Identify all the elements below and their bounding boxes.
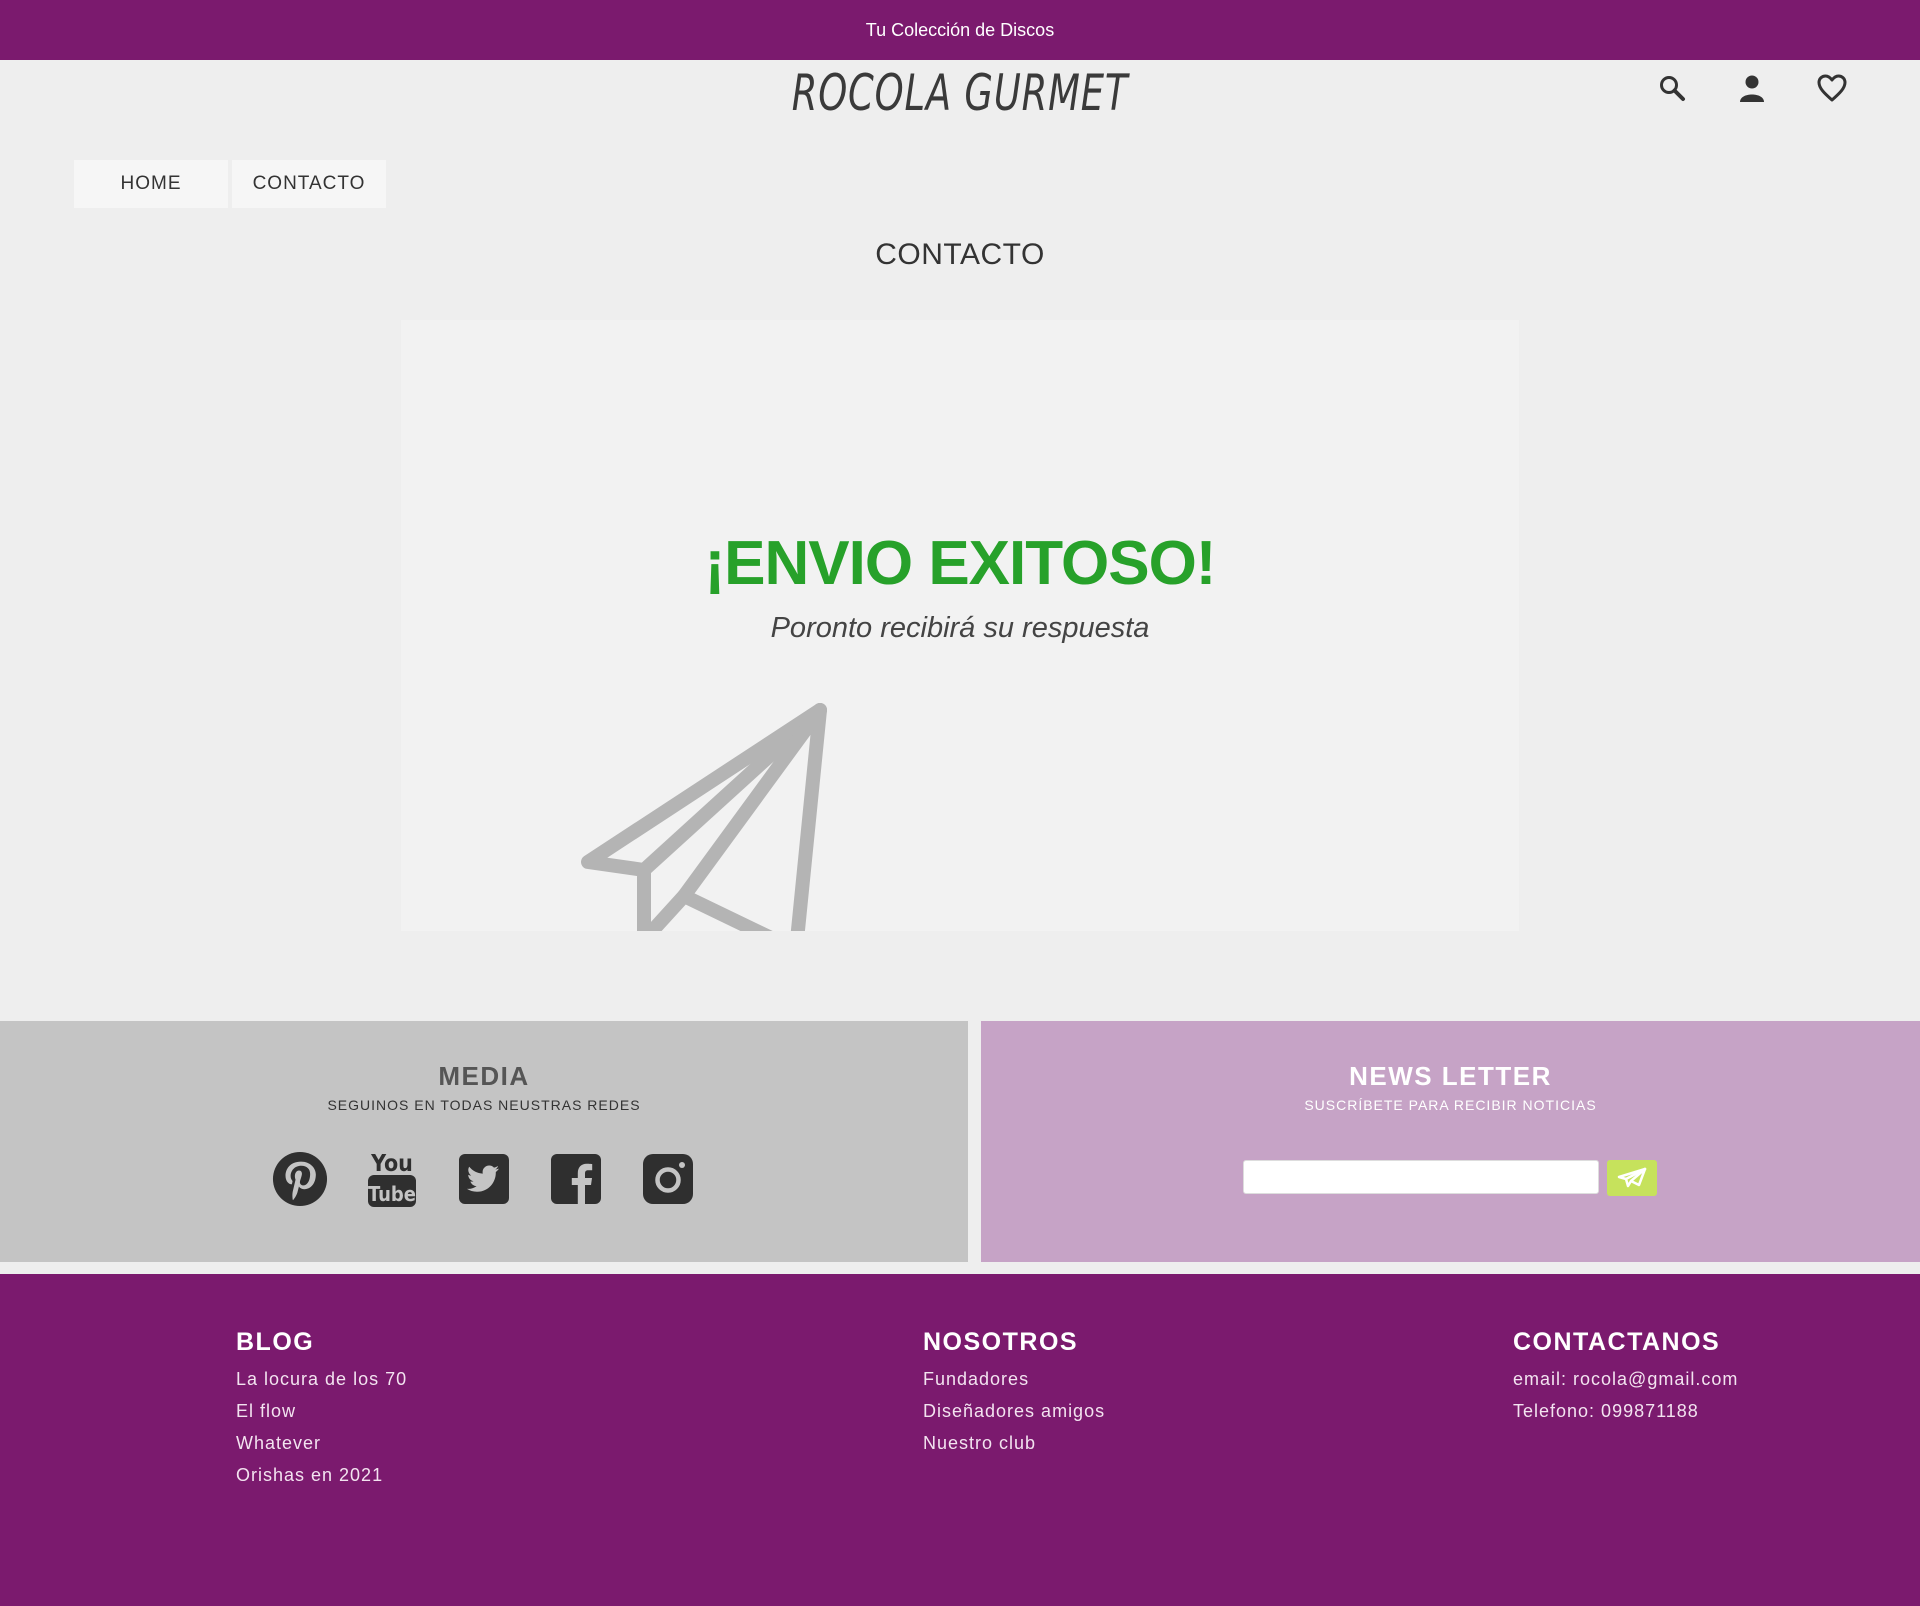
youtube-text-bottom: Tube <box>368 1182 416 1206</box>
paper-plane-icon <box>581 703 827 931</box>
footer-blog-link[interactable]: Orishas en 2021 <box>236 1459 407 1491</box>
footer-contact-email[interactable]: email: rocola@gmail.com <box>1513 1363 1738 1395</box>
footer-nosotros-column: NOSOTROS Fundadores Diseñadores amigos N… <box>923 1328 1105 1459</box>
footer-blog-column: BLOG La locura de los 70 El flow Whateve… <box>236 1328 407 1491</box>
facebook-icon[interactable] <box>548 1149 604 1209</box>
user-icon[interactable] <box>1734 70 1770 106</box>
footer-blog-title: BLOG <box>236 1328 315 1356</box>
footer-nosotros-link[interactable]: Nuestro club <box>923 1427 1105 1459</box>
footer-contact-title: CONTACTANOS <box>1513 1328 1721 1356</box>
site-logo[interactable]: ROCOLA GURMET <box>173 64 1747 122</box>
newsletter-form <box>1243 1160 1657 1196</box>
top-announcement-bar: Tu Colección de Discos <box>0 0 1920 60</box>
social-links: You Tube <box>0 1149 968 1209</box>
twitter-icon[interactable] <box>456 1149 512 1209</box>
announcement-text: Tu Colección de Discos <box>865 19 1055 40</box>
media-title: MEDIA <box>438 1061 530 1091</box>
footer-nosotros-link[interactable]: Fundadores <box>923 1363 1105 1395</box>
search-icon[interactable] <box>1654 70 1690 106</box>
success-title: ¡ENVIO EXITOSO! <box>704 529 1217 598</box>
media-subtitle: SEGUINOS EN TODAS NEUSTRAS REDES <box>327 1097 641 1113</box>
send-icon <box>1617 1167 1647 1188</box>
youtube-icon[interactable]: You Tube <box>364 1149 420 1209</box>
success-subtitle: Poronto recibirá su respuesta <box>770 612 1150 644</box>
breadcrumb: HOME CONTACTO <box>74 160 386 208</box>
site-header: ROCOLA GURMET <box>0 60 1920 160</box>
youtube-text-top: You <box>370 1151 413 1177</box>
pinterest-icon[interactable] <box>272 1149 328 1209</box>
page-title: CONTACTO <box>875 238 1045 271</box>
media-section: MEDIA SEGUINOS EN TODAS NEUSTRAS REDES Y… <box>0 1021 968 1262</box>
newsletter-section: NEWS LETTER SUSCRÍBETE PARA RECIBIR NOTI… <box>981 1021 1920 1262</box>
instagram-icon[interactable] <box>640 1149 696 1209</box>
newsletter-submit-button[interactable] <box>1607 1160 1657 1196</box>
footer-contact-phone[interactable]: Telefono: 099871188 <box>1513 1395 1738 1427</box>
success-panel: ¡ENVIO EXITOSO! Poronto recibirá su resp… <box>401 320 1519 931</box>
breadcrumb-home[interactable]: HOME <box>74 160 228 208</box>
newsletter-email-input[interactable] <box>1243 1160 1599 1194</box>
footer-nosotros-title: NOSOTROS <box>923 1328 1079 1356</box>
site-footer: BLOG La locura de los 70 El flow Whateve… <box>0 1274 1920 1606</box>
newsletter-subtitle: SUSCRÍBETE PARA RECIBIR NOTICIAS <box>1304 1097 1597 1113</box>
breadcrumb-contacto[interactable]: CONTACTO <box>232 160 386 208</box>
heart-icon[interactable] <box>1814 70 1850 106</box>
newsletter-title: NEWS LETTER <box>1349 1061 1552 1091</box>
footer-blog-link[interactable]: La locura de los 70 <box>236 1363 407 1395</box>
footer-contact-column: CONTACTANOS email: rocola@gmail.com Tele… <box>1513 1328 1738 1427</box>
footer-blog-link[interactable]: Whatever <box>236 1427 407 1459</box>
header-actions <box>1654 70 1850 106</box>
footer-nosotros-link[interactable]: Diseñadores amigos <box>923 1395 1105 1427</box>
footer-blog-link[interactable]: El flow <box>236 1395 407 1427</box>
